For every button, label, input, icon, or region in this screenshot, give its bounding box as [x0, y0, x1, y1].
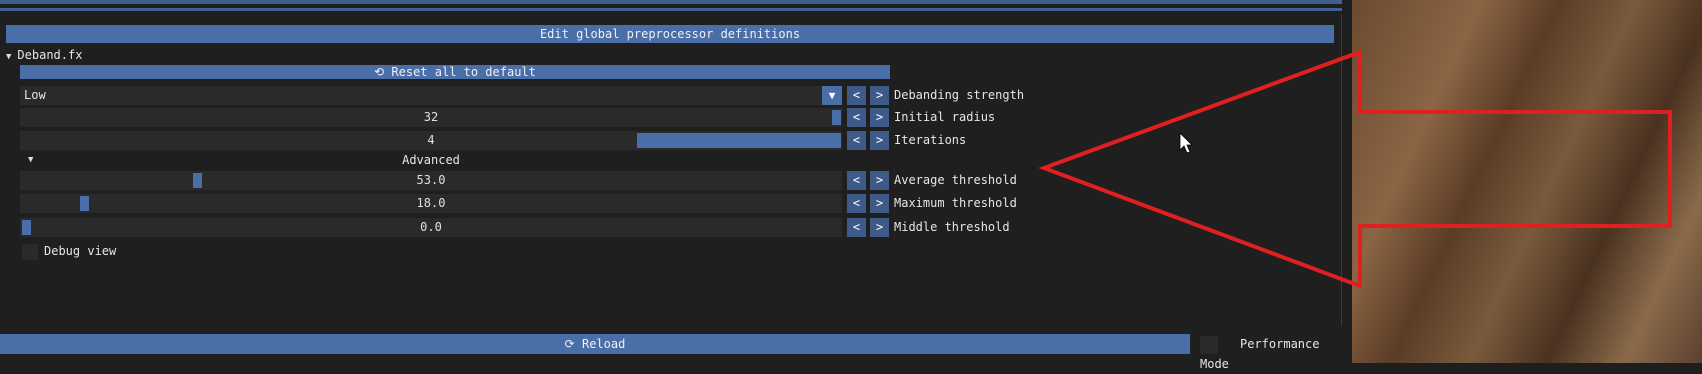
avg-next-button[interactable]: >	[870, 171, 889, 190]
effect-name: Deband.fx	[17, 48, 83, 62]
performance-mode-checkbox[interactable]	[1200, 335, 1218, 354]
average-threshold-label: Average threshold	[894, 173, 1017, 187]
collapse-triangle-icon: ▼	[6, 52, 12, 62]
mid-next-button[interactable]: >	[870, 218, 889, 237]
radius-next-button[interactable]: >	[870, 108, 889, 127]
game-background	[1352, 0, 1702, 363]
debanding-strength-combo[interactable]	[20, 86, 842, 105]
debanding-strength-value: Low	[24, 88, 46, 102]
debug-view-checkbox[interactable]	[22, 243, 38, 260]
mid-prev-button[interactable]: <	[847, 218, 866, 237]
max-next-button[interactable]: >	[870, 194, 889, 213]
debug-view-checkbox-row[interactable]: Debug view	[22, 242, 116, 260]
debug-view-label: Debug view	[44, 244, 117, 258]
iterations-label: Iterations	[894, 133, 967, 147]
middle-threshold-value: 0.0	[420, 220, 442, 234]
effects-panel: Edit global preprocessor definitions ▼ De…	[0, 0, 1342, 371]
performance-mode-toggle[interactable]: Performance Mode	[1200, 334, 1342, 371]
strength-next-button[interactable]: >	[870, 86, 889, 105]
radius-prev-button[interactable]: <	[847, 108, 866, 127]
initial-radius-value: 32	[423, 110, 439, 124]
refresh-icon: ⟲	[374, 65, 385, 79]
reload-label: Reload	[581, 337, 626, 351]
iterations-prev-button[interactable]: <	[847, 131, 866, 150]
dropdown-arrow-icon[interactable]: ▼	[822, 86, 842, 105]
initial-radius-label: Initial radius	[894, 110, 996, 124]
debanding-strength-label: Debanding strength	[894, 88, 1025, 102]
iterations-value: 4	[427, 133, 435, 147]
maximum-threshold-label: Maximum threshold	[894, 196, 1017, 210]
maximum-threshold-value: 18.0	[416, 196, 446, 210]
top-scroll-bar[interactable]	[0, 8, 1342, 11]
advanced-label: Advanced	[402, 153, 460, 167]
window-gap	[1342, 0, 1352, 363]
reset-all-label: Reset all to default	[391, 65, 536, 79]
average-threshold-value: 53.0	[416, 173, 446, 187]
effect-tree-node[interactable]: ▼ Deband.fx	[6, 47, 82, 63]
iterations-next-button[interactable]: >	[870, 131, 889, 150]
max-prev-button[interactable]: <	[847, 194, 866, 213]
reset-all-button[interactable]: ⟲ Reset all to default	[20, 65, 890, 79]
refresh-icon: ⟳	[564, 337, 575, 351]
strength-prev-button[interactable]: <	[847, 86, 866, 105]
edit-preprocessor-definitions-button[interactable]: Edit global preprocessor definitions	[6, 25, 1334, 43]
reload-button[interactable]: ⟳ Reload	[0, 334, 1190, 354]
avg-prev-button[interactable]: <	[847, 171, 866, 190]
top-divider	[0, 0, 1342, 4]
advanced-category[interactable]: ▼ Advanced	[20, 152, 842, 168]
middle-threshold-label: Middle threshold	[894, 220, 1010, 234]
